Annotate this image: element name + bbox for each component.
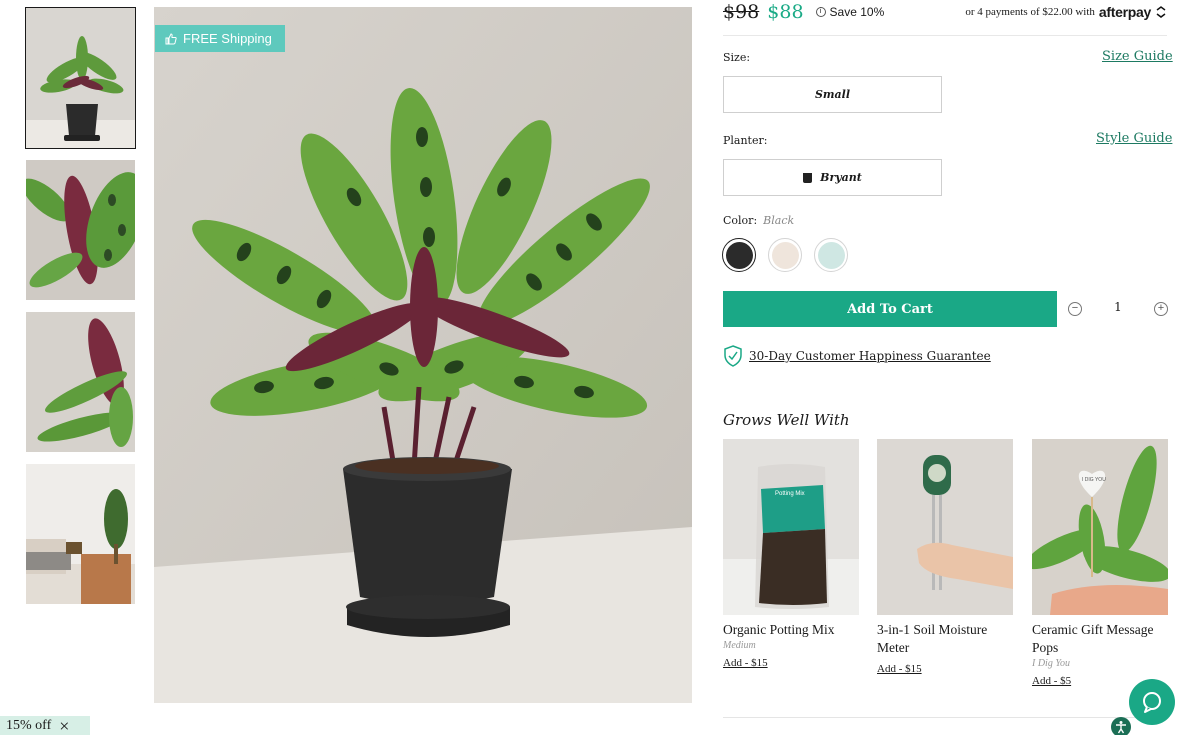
afterpay-logo: afterpay (1098, 4, 1151, 20)
recommendation-variant: Medium (723, 640, 756, 651)
size-selector[interactable]: Small (723, 76, 942, 113)
moisture-meter-image[interactable] (877, 439, 1013, 615)
thumbnail-4[interactable] (26, 464, 135, 604)
save-label: Save 10% (829, 5, 885, 19)
original-price: $98 (723, 1, 760, 23)
recommendation-card[interactable]: Potting Mix Organic Potting Mix Medium A… (723, 439, 859, 670)
save-percent: i Save 10% (815, 5, 885, 19)
planter-value: Bryant (820, 171, 862, 184)
main-product-image[interactable] (154, 7, 692, 703)
gift-pops-image[interactable]: I DIG YOU (1032, 439, 1168, 615)
quantity-decrease-button[interactable]: − (1068, 302, 1082, 316)
info-icon[interactable]: i (815, 7, 826, 17)
swatch-dot (817, 241, 845, 269)
style-guide-link[interactable]: Style Guide (1096, 131, 1172, 146)
potting-mix-image[interactable]: Potting Mix (723, 439, 859, 615)
free-shipping-badge: FREE Shipping (155, 25, 285, 52)
thumbnail-3[interactable] (26, 312, 135, 452)
section-divider (723, 717, 1167, 718)
quantity-increase-button[interactable]: + (1154, 302, 1168, 316)
price-row: $98 $88 i Save 10% or 4 payments of $22.… (723, 0, 1167, 24)
color-label: Color: (723, 214, 758, 227)
color-row: Color: Black (723, 214, 794, 227)
guarantee-text: 30-Day Customer Happiness Guarantee (749, 349, 991, 363)
free-shipping-label: FREE Shipping (183, 31, 272, 46)
add-potting-mix-button[interactable]: Add - $15 (723, 657, 768, 669)
recommendation-name[interactable]: Organic Potting Mix (723, 621, 859, 639)
thumbnail-1[interactable] (25, 7, 136, 149)
installments-text: or 4 payments of $22.00 with (965, 6, 1095, 18)
thumbnail-2[interactable] (26, 160, 135, 300)
chat-bubble-icon (1143, 692, 1161, 713)
recommendation-variant: I Dig You (1032, 658, 1070, 669)
color-swatch-black[interactable] (722, 238, 756, 272)
size-value: Small (814, 88, 851, 101)
add-gift-pops-button[interactable]: Add - $5 (1032, 675, 1071, 687)
thumbs-up-icon (165, 32, 177, 44)
color-swatch-mint[interactable] (814, 238, 848, 272)
potting-mix-bag-label: Potting Mix (775, 491, 805, 497)
chat-button[interactable] (1129, 679, 1175, 725)
size-guide-link[interactable]: Size Guide (1102, 49, 1173, 64)
planter-icon (803, 172, 813, 183)
accessibility-icon (1116, 721, 1126, 734)
afterpay-arrows-icon (1156, 6, 1166, 18)
afterpay-info[interactable]: or 4 payments of $22.00 with afterpay (965, 4, 1167, 20)
accessibility-button[interactable] (1111, 717, 1131, 735)
price-divider (723, 35, 1167, 36)
swatch-dot (771, 241, 799, 269)
promo-text: 15% off (6, 717, 52, 733)
recommendation-card[interactable]: I DIG YOU Ceramic Gift Message Pops I Di… (1032, 439, 1168, 688)
promo-tab[interactable]: 15% off × (0, 716, 90, 735)
color-value: Black (763, 214, 795, 227)
add-moisture-meter-button[interactable]: Add - $15 (877, 663, 922, 675)
planter-label: Planter: (723, 134, 768, 147)
color-swatch-cream[interactable] (768, 238, 802, 272)
quantity-value[interactable]: 1 (1110, 300, 1126, 314)
recommendation-name[interactable]: 3-in-1 Soil Moisture Meter (877, 621, 1013, 657)
guarantee-link[interactable]: 30-Day Customer Happiness Guarantee (723, 345, 991, 367)
swatch-dot (725, 241, 753, 269)
close-icon[interactable]: × (59, 717, 69, 735)
planter-selector[interactable]: Bryant (723, 159, 942, 196)
gift-pop-text: I DIG YOU (1082, 477, 1106, 483)
add-to-cart-button[interactable]: Add To Cart (723, 291, 1057, 327)
grows-well-with-title: Grows Well With (723, 411, 850, 429)
recommendation-card[interactable]: 3-in-1 Soil Moisture Meter Add - $15 (877, 439, 1013, 676)
shield-check-icon (724, 345, 742, 367)
sale-price: $88 (767, 1, 804, 23)
recommendation-name[interactable]: Ceramic Gift Message Pops (1032, 621, 1168, 657)
size-label: Size: (723, 51, 751, 64)
